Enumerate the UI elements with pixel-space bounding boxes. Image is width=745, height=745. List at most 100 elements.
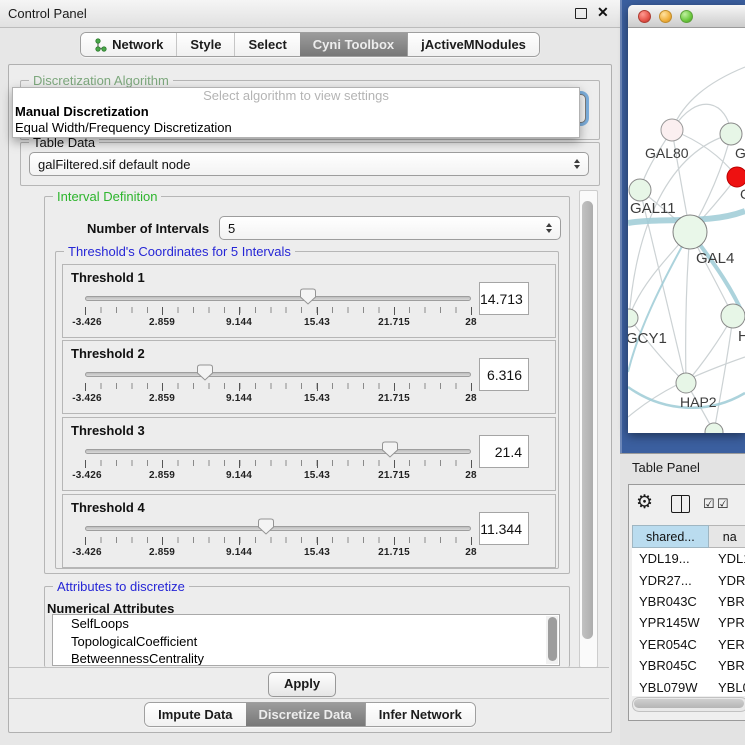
algorithm-option-manual[interactable]: Manual Discretization [13, 104, 579, 120]
attributes-group-label: Attributes to discretize [53, 579, 189, 594]
spinner-arrows-icon [574, 159, 580, 169]
network-node-gal11[interactable] [629, 179, 651, 201]
threshold-1-slider-track[interactable] [85, 296, 471, 301]
table-row[interactable]: YBR045CYBR0 [632, 655, 745, 676]
node-label-gal80: GAL80 [645, 145, 689, 161]
algorithm-dropdown-popup: Select algorithm to view settings Manual… [12, 87, 580, 138]
panel-scrollbar[interactable] [579, 190, 598, 668]
list-item[interactable]: SelfLoops [53, 615, 559, 633]
threshold-2-value-field[interactable]: 6.316 [479, 358, 529, 391]
float-window-icon[interactable] [575, 8, 587, 19]
panel-scrollbar-thumb[interactable] [582, 201, 593, 639]
divider [9, 667, 609, 668]
table-row[interactable]: YER054CYER0 [632, 634, 745, 655]
table-row[interactable]: YBL079WYBL0 [632, 676, 745, 696]
network-node-gal4[interactable] [673, 215, 707, 249]
network-node-bottom-partial[interactable] [705, 423, 723, 433]
list-item[interactable]: BetweennessCentrality [53, 650, 559, 666]
table-data-group: Table Data galFiltered.sif default node [20, 142, 600, 186]
list-item[interactable]: TopologicalCoefficient [53, 633, 559, 651]
table-header-row: shared... na [632, 525, 745, 548]
thresholds-group-label: Threshold's Coordinates for 5 Intervals [64, 244, 295, 259]
threshold-3-label: Threshold 3 [71, 423, 145, 438]
table-row[interactable]: YDR27...YDR2 [632, 569, 745, 590]
list-scrollbar[interactable] [546, 616, 558, 664]
threshold-3-slider-track[interactable] [85, 449, 471, 454]
checkbox-icon[interactable]: ☑ [717, 496, 729, 512]
tab-jactivemnodules[interactable]: jActiveMNodules [407, 33, 539, 56]
network-node-h[interactable] [721, 304, 745, 328]
threshold-4-value-field[interactable]: 11.344 [479, 512, 529, 545]
network-canvas[interactable]: GAL80 GA C GAL11 GAL4 GCY1 H HAP2 [628, 27, 745, 433]
node-label-gal11: GAL11 [630, 200, 676, 217]
apply-button[interactable]: Apply [268, 672, 336, 697]
gear-icon[interactable]: ⚙ [636, 492, 653, 514]
threshold-1-slider-thumb[interactable] [300, 288, 316, 305]
threshold-4-slider-thumb[interactable] [258, 518, 274, 535]
node-label-h: H [738, 328, 745, 345]
table-horizontal-scrollbar[interactable] [632, 697, 745, 712]
tab-discretize-data[interactable]: Discretize Data [246, 703, 365, 726]
checkbox-icon[interactable]: ☑ [703, 496, 715, 512]
threshold-3-value-field[interactable]: 21.4 [479, 435, 529, 468]
interval-definition-label: Interval Definition [53, 189, 161, 204]
tab-network[interactable]: Network [81, 33, 176, 56]
network-node-hap2[interactable] [676, 373, 696, 393]
tab-style[interactable]: Style [176, 33, 234, 56]
threshold-2-slider-track[interactable] [85, 372, 471, 377]
tab-impute-data[interactable]: Impute Data [145, 703, 245, 726]
algorithm-option-equal-width[interactable]: Equal Width/Frequency Discretization [13, 120, 579, 136]
column-header-name[interactable]: na [709, 525, 745, 548]
spinner-arrows-icon [546, 223, 552, 233]
node-label-partial-top-right: GA [735, 145, 745, 161]
table-body: YDL19...YDL1 YDR27...YDR2 YBR043CYBR0 YP… [632, 548, 745, 696]
screenshot-root: Control Panel ✕ Network Style Sel [0, 0, 745, 745]
threshold-4-label: Threshold 4 [71, 500, 145, 515]
bottom-tab-bar: Impute Data Discretize Data Infer Networ… [0, 701, 620, 728]
zoom-traffic-light-icon[interactable] [680, 10, 693, 23]
network-node-gcy1[interactable] [628, 309, 638, 327]
network-node-partial-top-right[interactable] [720, 123, 742, 145]
threshold-1-label: Threshold 1 [71, 270, 145, 285]
threshold-1-panel: Threshold 1 -3.426 2.859 9.144 15.43 21.… [62, 264, 556, 338]
algorithm-placeholder-option[interactable]: Select algorithm to view settings [13, 88, 579, 104]
scrollbar-thumb[interactable] [634, 699, 744, 708]
table-row[interactable]: YDL19...YDL1 [632, 548, 745, 569]
node-label-gal4: GAL4 [696, 250, 734, 267]
control-panel-title: Control Panel [8, 0, 87, 27]
tab-cyni-toolbox[interactable]: Cyni Toolbox [300, 33, 407, 56]
tab-network-label: Network [112, 37, 163, 52]
network-view-window: GAL80 GA C GAL11 GAL4 GCY1 H HAP2 [628, 5, 745, 433]
close-icon[interactable]: ✕ [597, 4, 609, 21]
table-data-value: galFiltered.sif default node [38, 157, 570, 172]
number-of-intervals-select[interactable]: 5 [219, 216, 561, 240]
table-row[interactable]: YPR145WYPR1 [632, 612, 745, 633]
minor-ticks [85, 460, 472, 466]
minimize-traffic-light-icon[interactable] [659, 10, 672, 23]
table-row[interactable]: YBR043CYBR0 [632, 591, 745, 612]
table-data-select[interactable]: galFiltered.sif default node [29, 152, 589, 176]
number-of-intervals-value: 5 [228, 221, 542, 236]
tab-infer-network[interactable]: Infer Network [365, 703, 475, 726]
table-window: ⚙ ☑ ☑ shared... na YDL19...YDL1 YDR27...… [628, 484, 745, 721]
minor-ticks [85, 307, 472, 313]
network-node-gal80[interactable] [661, 119, 683, 141]
network-window-titlebar[interactable] [628, 5, 745, 28]
threshold-2-slider-thumb[interactable] [197, 364, 213, 381]
numerical-attributes-list: SelfLoops TopologicalCoefficient Between… [52, 614, 560, 666]
threshold-2-panel: Threshold 2 -3.426 2.859 9.144 15.43 21.… [62, 340, 556, 414]
node-label-hap2: HAP2 [680, 394, 717, 410]
minor-ticks [85, 537, 472, 543]
threshold-3-slider-thumb[interactable] [382, 441, 398, 458]
column-header-shared-name[interactable]: shared... [632, 525, 709, 548]
split-columns-icon[interactable] [671, 495, 690, 513]
node-label-partial-mid-right: C [740, 186, 745, 202]
table-panel-title: Table Panel [632, 460, 700, 475]
threshold-1-value-field[interactable]: 14.713 [479, 282, 529, 315]
threshold-4-slider-track[interactable] [85, 526, 471, 531]
network-node-red-selected[interactable] [727, 167, 745, 187]
tab-select[interactable]: Select [234, 33, 299, 56]
divider [9, 698, 609, 699]
close-traffic-light-icon[interactable] [638, 10, 651, 23]
control-panel-titlebar[interactable]: Control Panel ✕ [0, 0, 620, 28]
